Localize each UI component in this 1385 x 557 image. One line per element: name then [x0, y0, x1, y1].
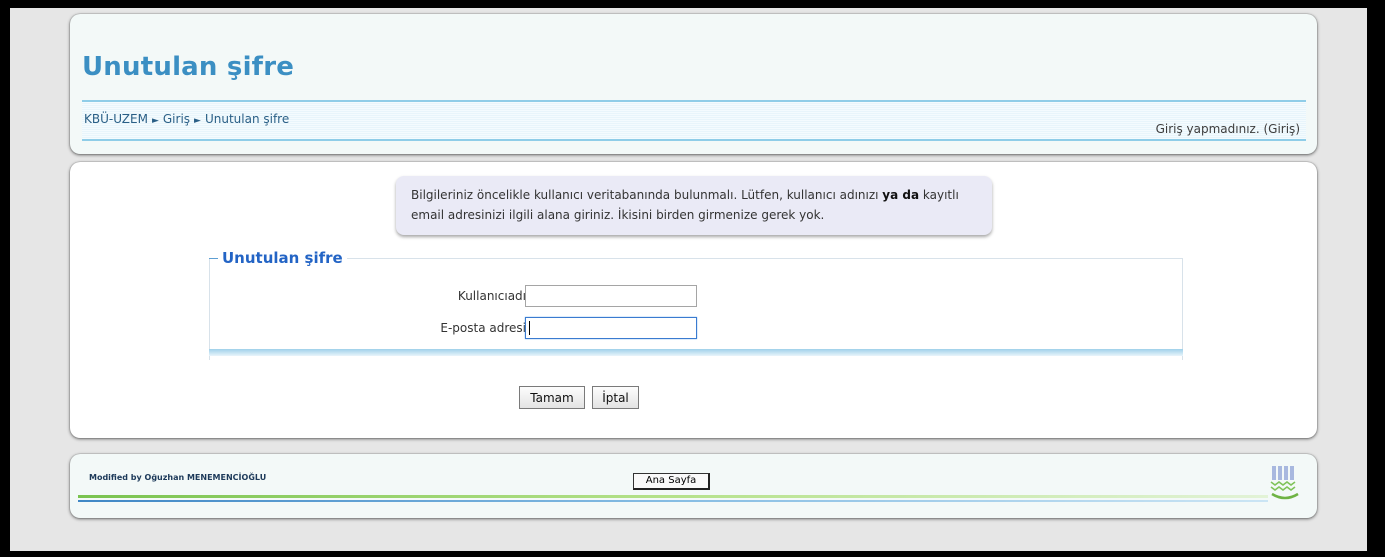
info-notice: Bilgileriniz öncelikle kullanıcı veritab… — [396, 176, 992, 235]
breadcrumb: KBÜ-UZEM ► Giriş ► Unutulan şifre — [84, 112, 289, 126]
notice-text-start: Bilgileriniz öncelikle kullanıcı veritab… — [411, 188, 883, 202]
breadcrumb-current: Unutulan şifre — [204, 112, 290, 126]
username-input[interactable] — [525, 285, 697, 307]
username-row: Kullanıcıadı — [210, 285, 1182, 309]
login-info[interactable]: Giriş yapmadınız. (Giriş) — [1156, 122, 1300, 136]
text-caret — [529, 321, 530, 335]
navbar: KBÜ-UZEM ► Giriş ► Unutulan şifre Giriş yapm… — [82, 100, 1306, 141]
footer-green-line — [78, 495, 1268, 498]
footer-credit: Modified by Oğuzhan MENEMENCİOĞLU — [89, 473, 267, 482]
breadcrumb-home-link[interactable]: KBÜ-UZEM — [84, 112, 148, 126]
email-input[interactable] — [525, 317, 697, 339]
browser-frame: Unutulan şifre KBÜ-UZEM ► Giriş ► Unutulan ş… — [10, 8, 1367, 551]
fieldset-bottom-bar — [209, 349, 1183, 356]
notice-bold-text: ya da — [882, 188, 920, 202]
forgot-password-fieldset: Unutulan şifre Kullanıcıadı E-posta adre… — [209, 249, 1183, 360]
breadcrumb-arrow-icon: ► — [151, 116, 159, 126]
breadcrumb-arrow-icon: ► — [194, 116, 201, 126]
cancel-button[interactable]: İptal — [592, 386, 639, 409]
footer-blue-line — [78, 500, 1268, 502]
ok-button[interactable]: Tamam — [519, 386, 585, 409]
fieldset-legend: Unutulan şifre — [218, 249, 347, 267]
university-logo-icon[interactable] — [1268, 464, 1302, 502]
email-label: E-posta adresi — [440, 321, 526, 335]
home-button[interactable]: Ana Sayfa — [633, 473, 710, 490]
email-row: E-posta adresi — [210, 317, 1182, 341]
page-title: Unutulan şifre — [82, 52, 295, 82]
breadcrumb-login-link[interactable]: Giriş — [163, 112, 190, 126]
footer-panel: Modified by Oğuzhan MENEMENCİOĞLU Ana Sa… — [70, 454, 1317, 518]
header-panel: Unutulan şifre KBÜ-UZEM ► Giriş ► Unutulan ş… — [70, 14, 1317, 154]
username-label: Kullanıcıadı — [457, 289, 526, 303]
content-panel: Bilgileriniz öncelikle kullanıcı veritab… — [70, 162, 1317, 438]
